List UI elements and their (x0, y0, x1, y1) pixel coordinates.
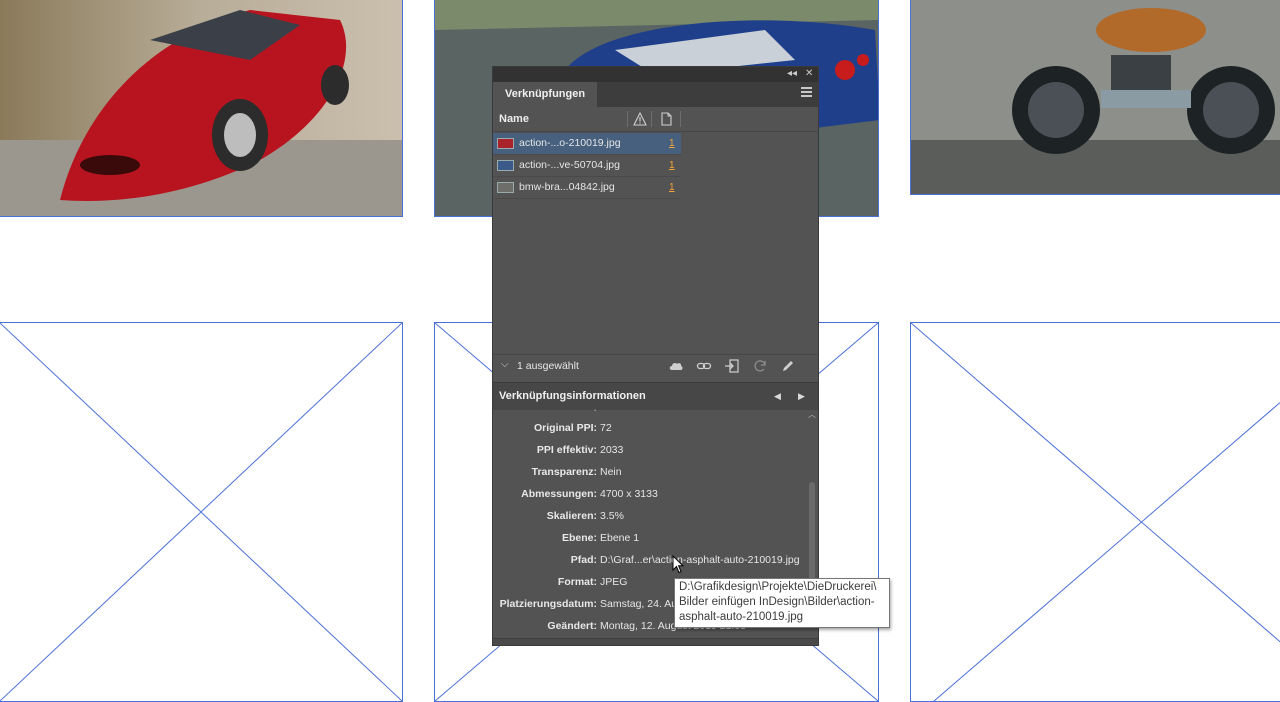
empty-frame-right[interactable] (910, 322, 1280, 702)
links-toolbar: ⌵ 1 ausgewählt (493, 354, 818, 377)
chevron-down-icon[interactable]: ⌵ (501, 359, 509, 370)
column-divider (651, 111, 652, 127)
info-value: 2033 (600, 444, 624, 456)
link-row[interactable]: action-...ve-50704.jpg 1 (493, 155, 681, 177)
panel-title-bar[interactable]: ◂◂ ✕ (493, 67, 818, 82)
info-row: Pfad: D:\Graf...er\action-asphalt-auto-2… (493, 549, 807, 571)
tooltip-line: asphalt-auto-210019.jpg (679, 611, 804, 623)
selection-status: 1 ausgewählt (517, 360, 579, 372)
link-page-count[interactable]: 1 (669, 133, 675, 154)
info-row: Ebene: Ebene 1 (493, 527, 807, 549)
info-row: Transparenz: Nein (493, 461, 807, 483)
edit-original-icon[interactable] (780, 358, 796, 374)
cloud-link-icon[interactable] (668, 358, 684, 374)
thumbnail-icon (497, 138, 514, 149)
red-car-image (0, 0, 402, 216)
info-row: Abmessungen: 4700 x 3133 (493, 483, 807, 505)
thumbnail-icon (497, 160, 514, 171)
link-page-count[interactable]: 1 (669, 155, 675, 176)
collapse-icon[interactable]: ◂◂ (787, 68, 797, 80)
info-label: Abmessungen: (521, 488, 597, 500)
info-label: Pfad: (570, 554, 597, 566)
column-divider (680, 111, 681, 127)
tooltip-line: Bilder einfügen InDesign\Bilder\action- (679, 596, 875, 608)
empty-frame-left[interactable] (0, 322, 403, 702)
info-label: Original PPI: (533, 422, 597, 434)
link-row[interactable]: action-...o-210019.jpg 1 (493, 133, 681, 155)
info-label: Platzierungsdatum: (499, 598, 597, 610)
column-divider (627, 111, 628, 127)
panel-menu-icon[interactable] (801, 87, 812, 99)
info-label: Transparenz: (531, 466, 597, 478)
image-frame-red-car[interactable] (0, 0, 403, 217)
page-icon[interactable] (659, 112, 673, 126)
info-label: Format: (557, 576, 597, 588)
name-column-header[interactable]: Name (499, 107, 529, 131)
info-value: 4700 x 3133 (600, 488, 658, 500)
path-tooltip: D:\Grafikdesign\Projekte\DieDruckerei\ B… (674, 578, 890, 628)
relink-icon[interactable] (696, 358, 712, 374)
scroll-up-icon[interactable]: ︿ (808, 409, 816, 420)
next-link-icon[interactable]: ▶ (798, 383, 805, 410)
link-filename: bmw-bra...04842.jpg (519, 181, 615, 193)
info-label: PPI effektiv: (536, 444, 597, 456)
update-link-icon[interactable] (752, 358, 768, 374)
thumbnail-icon (497, 182, 514, 193)
info-value: Ebene 1 (600, 532, 640, 544)
info-row: PPI effektiv: 2033 (493, 439, 807, 461)
info-label: Ebene: (561, 532, 597, 544)
info-value: 72 (600, 422, 612, 434)
links-panel: ◂◂ ✕ Verknüpfungen Name action-...o-2100… (492, 66, 819, 646)
link-filename: action-...o-210019.jpg (519, 137, 621, 149)
panel-tab-row: Verknüpfungen (493, 82, 818, 107)
info-row: Original PPI: 72 (493, 417, 807, 439)
info-value: Nein (600, 466, 622, 478)
image-frame-motorcycle[interactable] (910, 0, 1280, 195)
info-value: Samstag, 24. Au (600, 598, 678, 610)
link-info-title: Verknüpfungsinformationen (499, 390, 646, 402)
link-info-header[interactable]: Verknüpfungsinformationen ◀ ▶ (493, 382, 818, 410)
link-page-count[interactable]: 1 (669, 177, 675, 198)
scrollbar-thumb[interactable] (809, 482, 815, 582)
tooltip-line: D:\Grafikdesign\Projekte\DieDruckerei\ (679, 581, 877, 593)
motorcycle-image (911, 0, 1280, 194)
info-value: JPEG (600, 576, 628, 588)
panel-resize-handle[interactable] (493, 638, 818, 645)
info-label: Geändert: (547, 620, 597, 632)
go-to-link-icon[interactable] (724, 358, 740, 374)
info-label: Skalieren: (546, 510, 597, 522)
close-icon[interactable]: ✕ (805, 68, 813, 80)
warning-icon[interactable] (633, 112, 647, 126)
links-column-header: Name (493, 107, 818, 132)
info-value-path[interactable]: D:\Graf...er\action-asphalt-auto-210019.… (600, 549, 800, 571)
link-filename: action-...ve-50704.jpg (519, 159, 620, 171)
tab-links[interactable]: Verknüpfungen (493, 82, 598, 107)
info-row: Skalieren: 3.5% (493, 505, 807, 527)
mouse-cursor-icon (672, 555, 684, 574)
info-value: 3.5% (600, 510, 624, 522)
link-row[interactable]: bmw-bra...04842.jpg 1 (493, 177, 681, 199)
previous-link-icon[interactable]: ◀ (774, 383, 781, 410)
